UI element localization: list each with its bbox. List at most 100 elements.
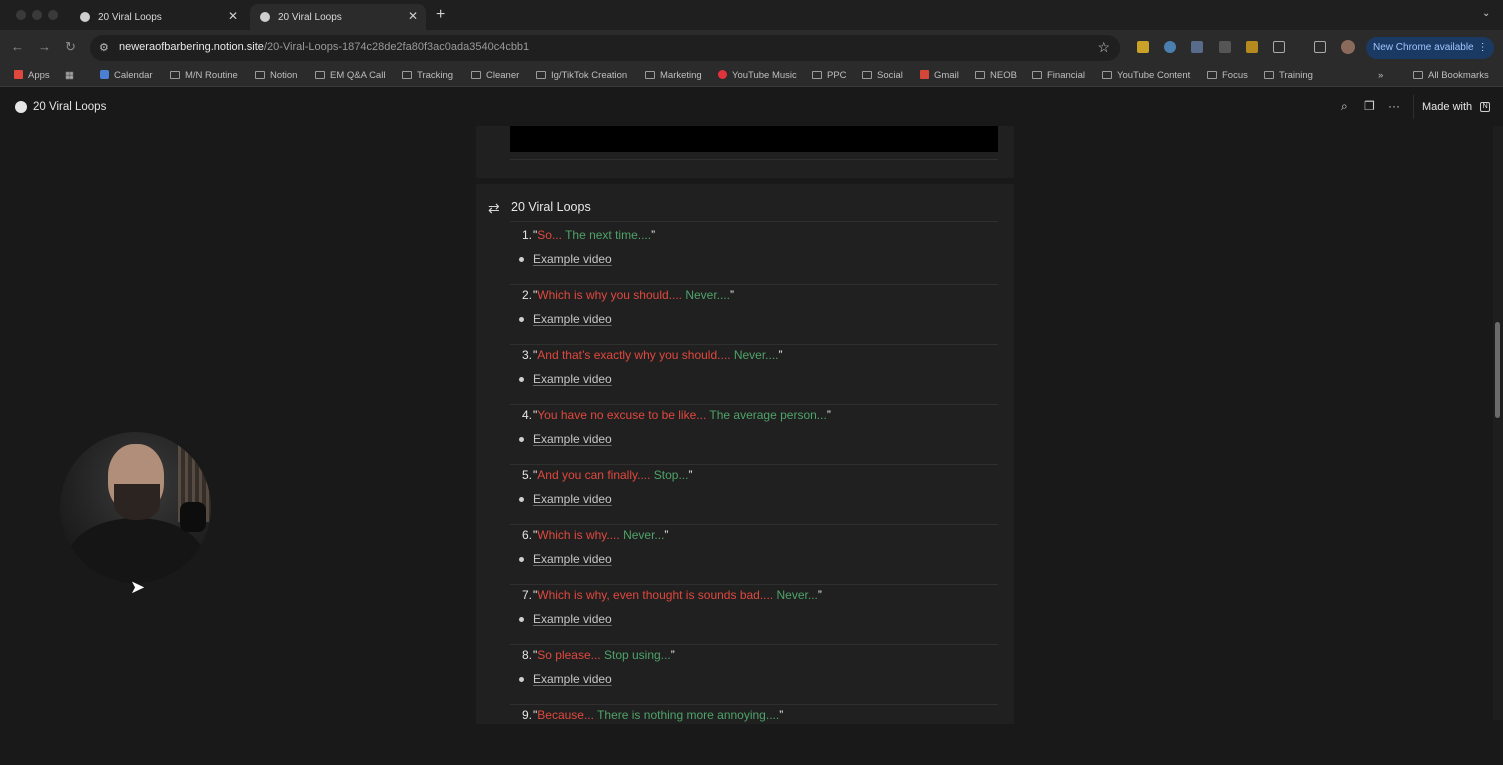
browser-tab-active[interactable]: 20 Viral Loops ✕: [250, 4, 426, 30]
bookmark-folder[interactable]: Cleaner: [471, 70, 519, 81]
bookmark-folder[interactable]: EM Q&A Call: [315, 70, 385, 81]
profile-avatar[interactable]: [1341, 40, 1355, 54]
list-item: 1. "So... The next time....” Example vid…: [510, 225, 998, 285]
extension-icon[interactable]: [1246, 41, 1258, 53]
extension-icon[interactable]: [1191, 41, 1203, 53]
bookmark-folder[interactable]: YouTube Content: [1102, 70, 1190, 81]
notion-topbar: 20 Viral Loops ⌕ ❐ ··· Made with N: [0, 88, 1503, 126]
bookmark-folder[interactable]: Ig/TikTok Creation: [536, 70, 627, 81]
example-video-link[interactable]: Example video: [533, 252, 612, 266]
viral-loops-callout: ⇄ 20 Viral Loops 1. "So... The next time…: [476, 184, 1014, 724]
minimize-window-button[interactable]: [32, 10, 42, 20]
duplicate-icon[interactable]: ❐: [1364, 99, 1375, 113]
item-number: 2.: [521, 288, 532, 302]
folder-icon: [1264, 71, 1274, 79]
bookmark-all-bookmarks[interactable]: All Bookmarks: [1413, 70, 1489, 81]
folder-icon: [975, 71, 985, 79]
example-video-link[interactable]: Example video: [533, 552, 612, 566]
bookmark-folder[interactable]: NEOB: [975, 70, 1017, 81]
scrollbar-thumb[interactable]: [1495, 322, 1500, 418]
list-item: 9. "Because... There is nothing more ann…: [510, 705, 998, 765]
extension-icon[interactable]: [1164, 41, 1176, 53]
made-with-notion-button[interactable]: Made with N: [1413, 95, 1494, 119]
address-bar[interactable]: ⚙ neweraofbarbering.notion.site/20-Viral…: [90, 35, 1120, 61]
folder-icon: [255, 71, 265, 79]
bullet: [519, 497, 524, 502]
embedded-media[interactable]: [510, 126, 998, 152]
bookmark-star-icon[interactable]: ☆: [1097, 39, 1110, 56]
bookmark-folder[interactable]: M/N Routine: [170, 70, 238, 81]
bullet: [519, 617, 524, 622]
bookmark-youtube-music[interactable]: YouTube Music: [718, 70, 797, 81]
maximize-window-button[interactable]: [48, 10, 58, 20]
list-item: 7. "Which is why, even thought is sounds…: [510, 585, 998, 645]
close-window-button[interactable]: [16, 10, 26, 20]
example-video-link[interactable]: Example video: [533, 312, 612, 326]
bookmark-calendar[interactable]: Calendar: [100, 70, 153, 81]
bullet: [519, 677, 524, 682]
extension-icon[interactable]: [1219, 41, 1231, 53]
more-options-icon[interactable]: ···: [1388, 99, 1400, 113]
browser-tab-strip: 20 Viral Loops ✕ 20 Viral Loops ✕ + ⌄: [0, 0, 1503, 30]
folder-icon: [1032, 71, 1042, 79]
bookmark-apps[interactable]: Apps: [14, 70, 50, 81]
new-chrome-available-button[interactable]: New Chrome available ⋮: [1366, 37, 1494, 59]
bookmark-folder[interactable]: Social: [862, 70, 903, 81]
bookmark-gmail[interactable]: Gmail: [920, 70, 959, 81]
bookmark-folder[interactable]: Financial: [1032, 70, 1085, 81]
new-tab-button[interactable]: +: [436, 6, 445, 24]
example-video-link[interactable]: Example video: [533, 612, 612, 626]
bookmark-folder[interactable]: Training: [1264, 70, 1313, 81]
microphone: [180, 502, 206, 532]
bullet: [519, 437, 524, 442]
item-number: 3.: [521, 348, 532, 362]
loop-quote: "And you can finally.... Stop...”: [533, 468, 693, 482]
extensions-puzzle-icon[interactable]: [1273, 41, 1285, 53]
divider: [510, 159, 998, 160]
bookmark-folder[interactable]: Tracking: [402, 70, 453, 81]
loop-quote: "Which is why you should.... Never....”: [533, 288, 735, 302]
divider: [510, 221, 998, 222]
example-video-link[interactable]: Example video: [533, 672, 612, 686]
extension-icon[interactable]: [1137, 41, 1149, 53]
close-tab-icon[interactable]: ✕: [228, 9, 238, 23]
bookmark-folder[interactable]: Notion: [255, 70, 297, 81]
example-video-link[interactable]: Example video: [533, 372, 612, 386]
reading-list-icon[interactable]: [1314, 41, 1326, 53]
close-tab-icon[interactable]: ✕: [408, 9, 418, 23]
item-number: 6.: [521, 528, 532, 542]
folder-icon: [471, 71, 481, 79]
list-item: 8. "So please... Stop using...” Example …: [510, 645, 998, 705]
bookmark-folder[interactable]: Focus: [1207, 70, 1248, 81]
loop-quote: "Which is why, even thought is sounds ba…: [533, 588, 822, 602]
folder-icon: [812, 71, 822, 79]
loop-quote: "You have no excuse to be like... The av…: [533, 408, 831, 422]
page-scrollbar[interactable]: [1493, 126, 1503, 720]
webcam-overlay: [60, 432, 211, 583]
site-info-icon[interactable]: ⚙: [99, 41, 109, 54]
item-number: 7.: [521, 588, 532, 602]
item-number: 1.: [521, 228, 532, 242]
folder-icon: [536, 71, 546, 79]
tab-search-chevron-icon[interactable]: ⌄: [1482, 8, 1490, 19]
browser-tab[interactable]: 20 Viral Loops ✕: [70, 4, 246, 30]
loop-arrows-icon: ⇄: [488, 200, 500, 216]
folder-icon: [1102, 71, 1112, 79]
calendar-icon: [100, 70, 109, 79]
tab-title: 20 Viral Loops: [278, 11, 342, 23]
back-arrow-icon[interactable]: ←: [11, 39, 24, 54]
youtube-music-icon: [718, 70, 727, 79]
mouse-cursor-icon: ➤: [130, 577, 146, 597]
page-title[interactable]: 20 Viral Loops: [33, 101, 106, 113]
folder-icon: [170, 71, 180, 79]
bookmark-folder[interactable]: PPC: [812, 70, 847, 81]
reload-icon[interactable]: ↻: [65, 39, 76, 55]
bookmark-folder[interactable]: Marketing: [645, 70, 702, 81]
more-bookmarks-chevron-icon[interactable]: »: [1378, 70, 1383, 81]
example-video-link[interactable]: Example video: [533, 432, 612, 446]
grid-icon[interactable]: ▦: [65, 70, 74, 81]
example-video-link[interactable]: Example video: [533, 492, 612, 506]
search-icon[interactable]: ⌕: [1341, 99, 1348, 114]
list-item: 4. "You have no excuse to be like... The…: [510, 405, 998, 465]
forward-arrow-icon[interactable]: →: [38, 39, 51, 54]
